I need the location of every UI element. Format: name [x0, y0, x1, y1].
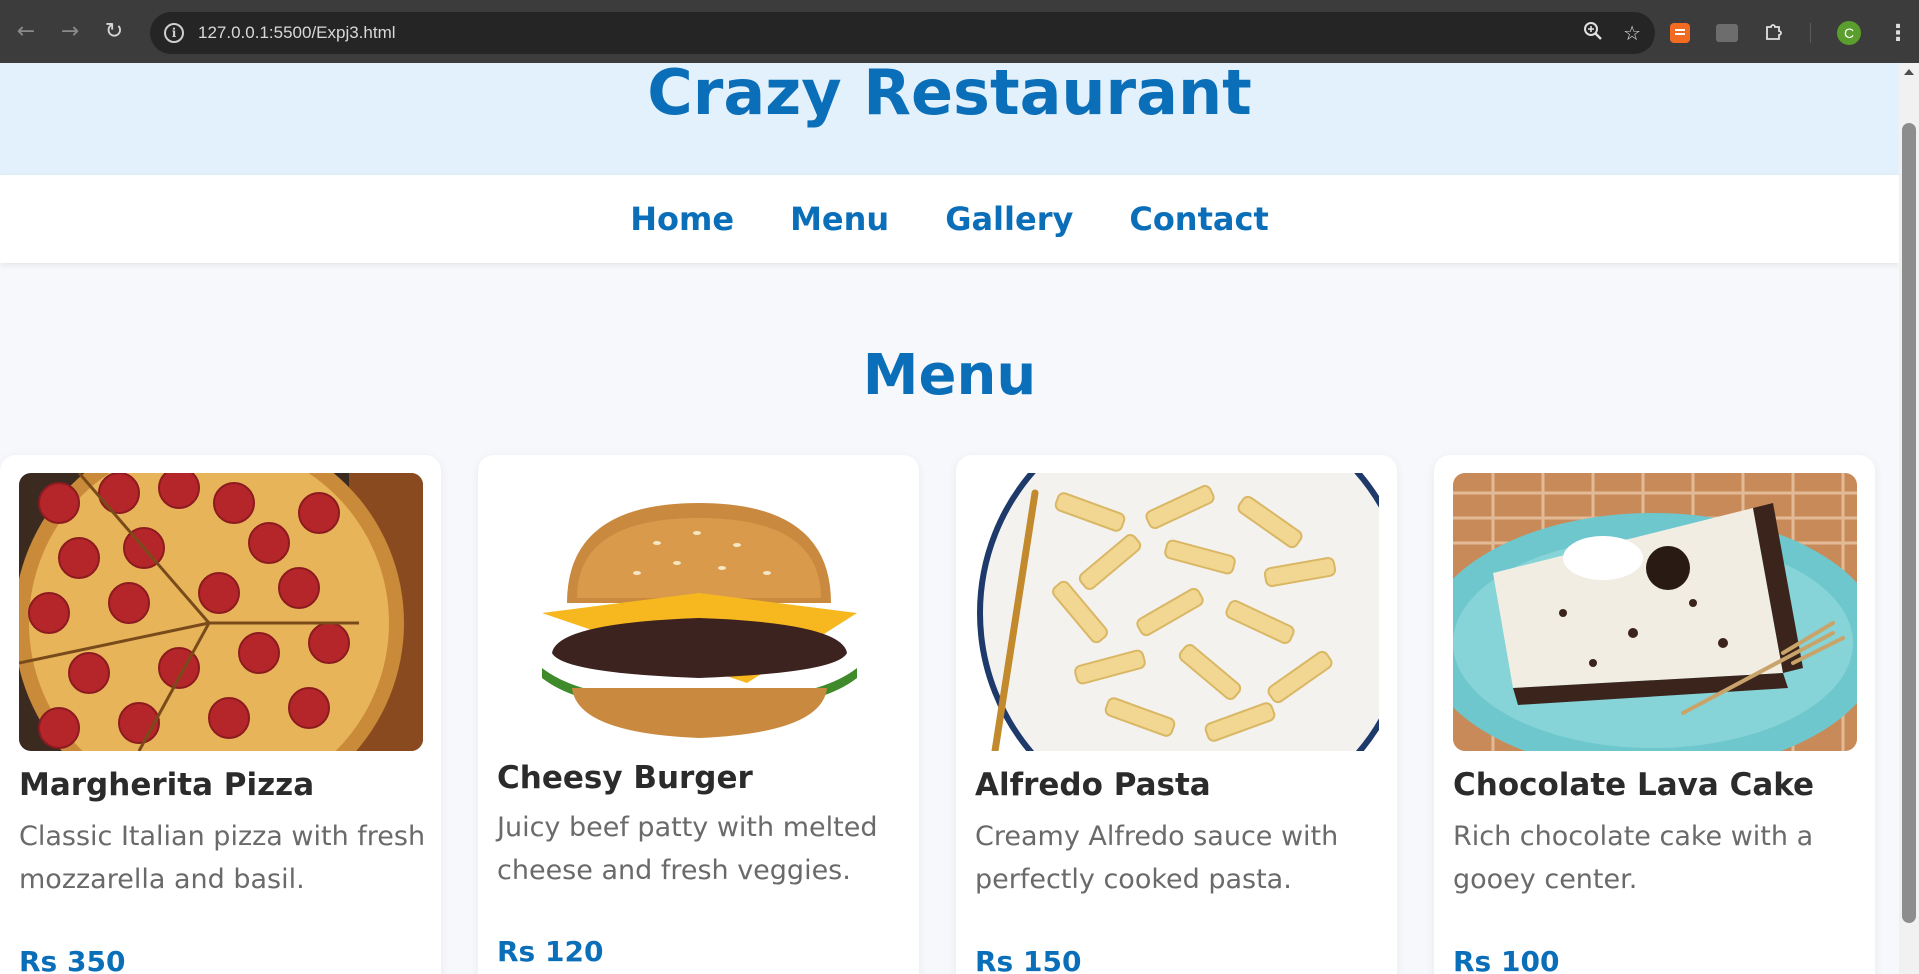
site-nav: Home Menu Gallery Contact — [0, 175, 1899, 263]
page-scrollbar[interactable] — [1899, 63, 1919, 974]
pasta-image — [975, 473, 1379, 751]
kebab-menu-icon[interactable]: ⋮ — [1887, 21, 1909, 46]
back-arrow-icon[interactable]: ← — [8, 14, 44, 50]
browser-toolbar: ← → ↻ i 127.0.0.1:5500/Expj3.html ☆ C ⋮ — [0, 0, 1919, 63]
url-text[interactable]: 127.0.0.1:5500/Expj3.html — [198, 23, 396, 43]
bookmark-star-icon[interactable]: ☆ — [1623, 21, 1641, 45]
item-description: Juicy beef patty with melted cheese and … — [497, 812, 878, 886]
site-info-icon[interactable]: i — [164, 23, 184, 43]
puzzle-icon[interactable] — [1764, 21, 1784, 46]
item-description: Creamy Alfredo sauce with perfectly cook… — [975, 821, 1339, 895]
item-description: Classic Italian pizza with fresh mozzare… — [19, 821, 426, 895]
item-price: Rs 350 — [19, 945, 126, 974]
item-price: Rs 150 — [975, 945, 1082, 974]
nav-link-home[interactable]: Home — [630, 200, 734, 238]
nav-link-menu[interactable]: Menu — [790, 200, 889, 238]
scrollbar-thumb[interactable] — [1902, 123, 1916, 923]
pizza-image — [19, 473, 423, 751]
item-description: Rich chocolate cake with a gooey center. — [1453, 821, 1814, 895]
burger-image — [497, 473, 901, 751]
site-title: Crazy Restaurant — [647, 63, 1252, 129]
zoom-icon[interactable] — [1583, 21, 1603, 46]
menu-card[interactable]: Chocolate Lava Cake Rich chocolate cake … — [1434, 455, 1875, 974]
menu-card[interactable]: Cheesy Burger Juicy beef patty with melt… — [478, 455, 919, 974]
nav-link-gallery[interactable]: Gallery — [945, 200, 1073, 238]
reload-icon[interactable]: ↻ — [96, 14, 132, 50]
site-header: Crazy Restaurant — [0, 63, 1899, 175]
scroll-up-arrow-icon[interactable] — [1904, 69, 1914, 75]
forward-arrow-icon[interactable]: → — [52, 14, 88, 50]
profile-avatar[interactable]: C — [1837, 21, 1861, 45]
toolbar-divider — [1810, 23, 1811, 43]
extension-icon[interactable] — [1670, 23, 1690, 43]
item-price: Rs 120 — [497, 935, 604, 968]
nav-link-contact[interactable]: Contact — [1129, 200, 1268, 238]
page-viewport: Crazy Restaurant Home Menu Gallery Conta… — [0, 63, 1899, 974]
cake-image — [1453, 473, 1857, 751]
item-price: Rs 100 — [1453, 945, 1560, 974]
item-name: Chocolate Lava Cake — [1453, 767, 1815, 803]
extension-icon[interactable] — [1716, 24, 1738, 42]
menu-card[interactable]: Alfredo Pasta Creamy Alfredo sauce with … — [956, 455, 1397, 974]
item-name: Alfredo Pasta — [975, 767, 1211, 803]
item-name: Margherita Pizza — [19, 767, 315, 803]
item-name: Cheesy Burger — [497, 760, 753, 796]
address-bar[interactable]: i 127.0.0.1:5500/Expj3.html ☆ — [150, 12, 1655, 54]
menu-card[interactable]: Margherita Pizza Classic Italian pizza w… — [0, 455, 441, 974]
menu-section-title: Menu — [862, 343, 1037, 408]
